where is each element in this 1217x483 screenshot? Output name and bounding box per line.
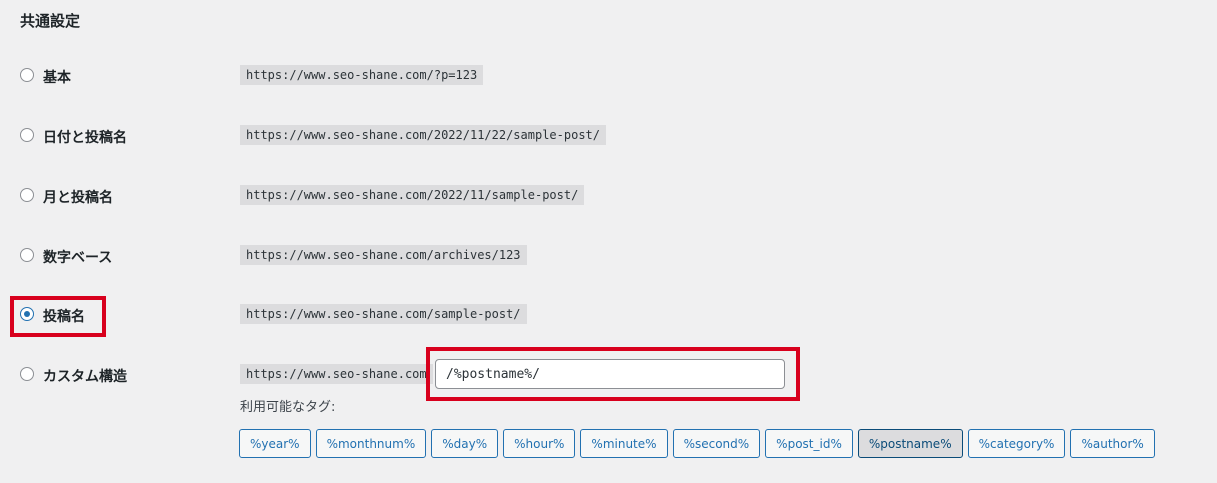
tag-button-minute[interactable]: %minute% — [580, 429, 668, 458]
tag-button-day[interactable]: %day% — [431, 429, 499, 458]
permalink-example: https://www.seo-shane.com/sample-post/ — [240, 304, 527, 324]
tag-button-post-id[interactable]: %post_id% — [765, 429, 853, 458]
radio-custom[interactable] — [20, 367, 34, 381]
radio-day-name[interactable] — [20, 128, 34, 142]
option-label[interactable]: 月と投稿名 — [43, 187, 113, 207]
option-row-plain: 基本 https://www.seo-shane.com/?p=123 — [0, 61, 1217, 91]
section-title: 共通設定 — [20, 12, 81, 30]
option-label[interactable]: 日付と投稿名 — [43, 127, 127, 147]
option-row-post-name: 投稿名 https://www.seo-shane.com/sample-pos… — [0, 300, 1217, 330]
permalink-example: https://www.seo-shane.com/2022/11/sample… — [240, 185, 585, 205]
tag-button-author[interactable]: %author% — [1070, 429, 1155, 458]
tag-button-hour[interactable]: %hour% — [503, 429, 576, 458]
permalink-example: https://www.seo-shane.com/2022/11/22/sam… — [240, 125, 607, 145]
tag-button-second[interactable]: %second% — [672, 429, 761, 458]
available-tags-label: 利用可能なタグ: — [240, 400, 336, 415]
radio-month-name[interactable] — [20, 188, 34, 202]
option-label[interactable]: 数字ベース — [43, 247, 112, 267]
tag-button-category[interactable]: %category% — [967, 429, 1066, 458]
option-row-numeric: 数字ベース https://www.seo-shane.com/archives… — [0, 241, 1217, 271]
option-label[interactable]: カスタム構造 — [43, 366, 127, 386]
tag-button-monthnum[interactable]: %monthnum% — [315, 429, 427, 458]
radio-plain[interactable] — [20, 68, 34, 82]
highlight-box-post-name — [10, 296, 106, 337]
permalink-example: https://www.seo-shane.com/?p=123 — [240, 65, 484, 85]
option-row-day-name: 日付と投稿名 https://www.seo-shane.com/2022/11… — [0, 121, 1217, 151]
option-label[interactable]: 基本 — [43, 67, 71, 87]
tag-button-year[interactable]: %year% — [239, 429, 311, 458]
highlight-box-custom-input — [426, 347, 800, 401]
permalink-example: https://www.seo-shane.com/archives/123 — [240, 245, 527, 265]
radio-numeric[interactable] — [20, 248, 34, 262]
tag-button-group: %year% %monthnum% %day% %hour% %minute% … — [239, 429, 1155, 458]
option-row-month-name: 月と投稿名 https://www.seo-shane.com/2022/11/… — [0, 181, 1217, 211]
custom-base-url: https://www.seo-shane.com — [240, 364, 433, 384]
tag-button-postname[interactable]: %postname% — [857, 429, 963, 458]
